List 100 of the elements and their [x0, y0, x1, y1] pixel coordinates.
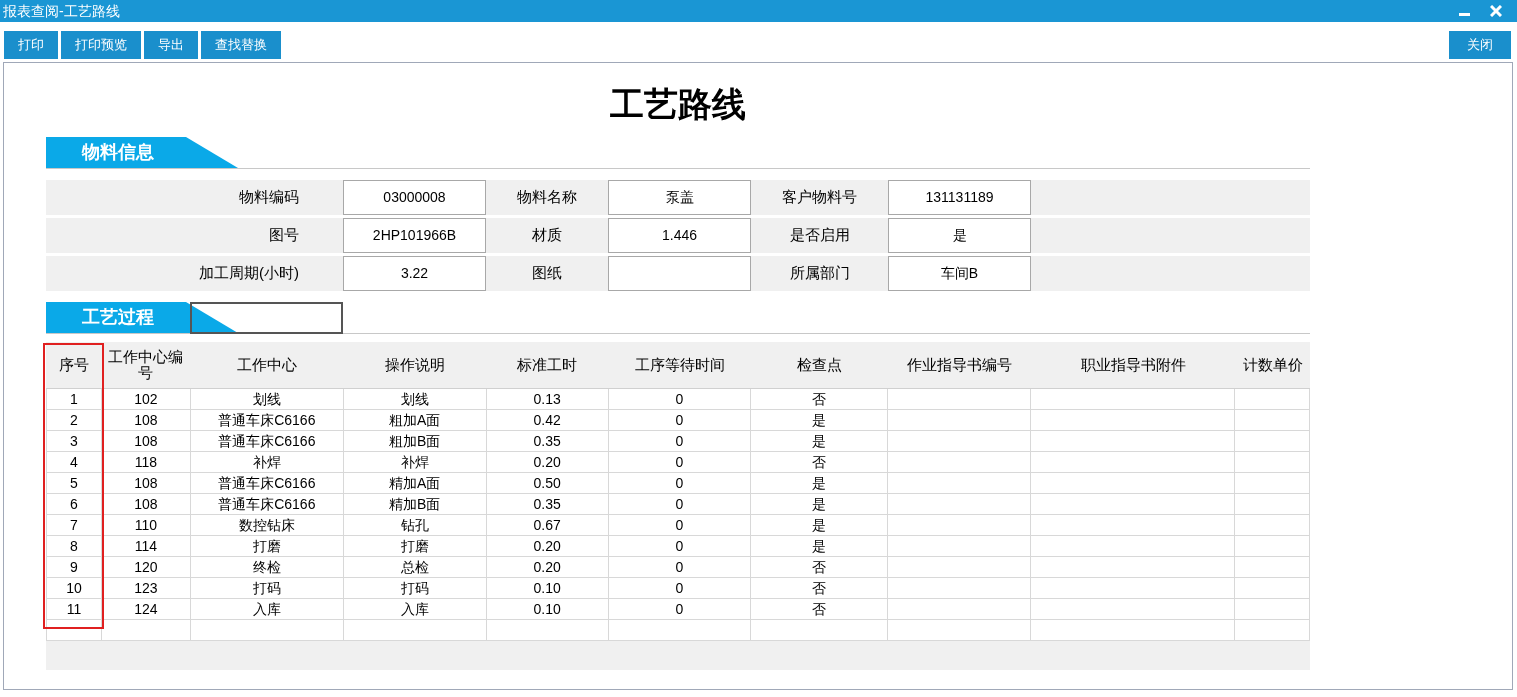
- close-icon[interactable]: [1489, 4, 1503, 18]
- table-cell-text: 9: [70, 557, 78, 577]
- table-cell-text: 0: [675, 431, 684, 451]
- table-cell-text: 118: [134, 452, 158, 472]
- table-cell-text: 10: [66, 578, 82, 598]
- field-value: 2HP101966B: [343, 218, 486, 253]
- field-value: 泵盖: [608, 180, 751, 215]
- table-cell-text: 110: [134, 515, 158, 535]
- table-cell-text: 8: [70, 536, 78, 556]
- table-cell-text: 打码: [252, 578, 281, 598]
- close-button[interactable]: 关闭: [1449, 31, 1511, 59]
- table-cell-text: 2: [70, 410, 78, 430]
- table-cell-text: 0.67: [533, 515, 561, 535]
- window-title: 报表查阅-工艺路线: [3, 1, 120, 21]
- table-cell-text: 是: [812, 536, 827, 556]
- table-cell-text: 0: [675, 599, 684, 619]
- table-cell-text: 精加B面: [389, 494, 441, 514]
- table-cell-text: 0: [675, 473, 684, 493]
- table-cell-text: 0: [675, 578, 684, 598]
- field-label: 客户物料号: [782, 187, 857, 208]
- table-cell-text: 0.10: [533, 578, 561, 598]
- table-cell-text: 否: [812, 557, 827, 577]
- toolbar-button[interactable]: 打印: [4, 31, 58, 59]
- table-cell-text: 0.13: [533, 389, 561, 409]
- table-cell-text: 0.20: [533, 536, 561, 556]
- table-cell-text: 钻孔: [400, 515, 429, 535]
- table-cell-text: 0.42: [533, 410, 561, 430]
- table-cell-text: 是: [812, 494, 827, 514]
- field-value: 1.446: [608, 218, 751, 253]
- field-value: 03000008: [343, 180, 486, 215]
- table-cell-text: 0: [675, 494, 684, 514]
- table-cell-text: 1: [70, 389, 78, 409]
- table-cell-text: 114: [134, 536, 158, 556]
- table-cell-text: 108: [134, 431, 158, 451]
- table-cell-text: 打磨: [400, 536, 429, 556]
- table-cell-text: 否: [812, 452, 827, 472]
- table-cell-text: 数控钻床: [238, 515, 295, 535]
- table-cell-text: 0: [675, 536, 684, 556]
- column-header: 检查点: [797, 357, 842, 373]
- table-cell-text: 108: [134, 410, 158, 430]
- field-label: 物料名称: [517, 187, 577, 208]
- table-cell-text: 否: [812, 389, 827, 409]
- table-cell-text: 是: [812, 473, 827, 493]
- table-cell-text: 总检: [400, 557, 429, 577]
- table-cell-text: 6: [70, 494, 78, 514]
- table-cell-text: 是: [812, 431, 827, 451]
- column-header: 标准工时: [517, 357, 577, 373]
- table-cell-text: 0.35: [533, 431, 561, 451]
- table-cell-text: 粗加B面: [389, 431, 441, 451]
- field-label: 图纸: [532, 263, 562, 284]
- field-value: 131131189: [888, 180, 1031, 215]
- table-cell-text: 普通车床C6166: [218, 410, 316, 430]
- table-cell-text: 划线: [400, 389, 429, 409]
- table-cell-text: 7: [70, 515, 78, 535]
- table-cell-text: 0: [675, 515, 684, 535]
- field-label: 加工周期(小时): [199, 263, 299, 284]
- field-value: 是: [888, 218, 1031, 253]
- field-label: 所属部门: [789, 263, 850, 284]
- table-cell-text: 11: [66, 599, 82, 619]
- table-cell-text: 0.35: [533, 494, 561, 514]
- table-cell-text: 入库: [252, 599, 281, 619]
- table-cell-text: 补焊: [252, 452, 281, 472]
- table-cell-text: 102: [134, 389, 158, 409]
- column-header: 职业指导书附件: [1080, 357, 1186, 373]
- table-cell-text: 补焊: [400, 452, 429, 472]
- column-header: 操作说明: [384, 357, 445, 373]
- table-cell-text: 5: [70, 473, 78, 493]
- table-cell-text: 0.10: [533, 599, 561, 619]
- table-cell-text: 是: [812, 515, 827, 535]
- table-cell-text: 3: [70, 431, 78, 451]
- column-header: 工作中心编号: [107, 349, 184, 381]
- toolbar-button[interactable]: 打印预览: [61, 31, 141, 59]
- table-cell-text: 0.20: [533, 557, 561, 577]
- table-cell-text: 打磨: [252, 536, 281, 556]
- table-cell-text: 粗加A面: [389, 410, 441, 430]
- field-label: 物料编码: [239, 187, 299, 208]
- table-cell-text: 123: [134, 578, 158, 598]
- table-cell-text: 精加A面: [389, 473, 441, 493]
- field-label: 材质: [532, 225, 562, 246]
- table-cell-text: 0.20: [533, 452, 561, 472]
- toolbar-button[interactable]: 查找替换: [201, 31, 281, 59]
- table-cell-text: 0.50: [533, 473, 561, 493]
- table-cell-text: 打码: [400, 578, 429, 598]
- report-title: 工艺路线: [610, 82, 746, 126]
- column-header: 计数单价: [1242, 357, 1303, 373]
- table-cell-text: 是: [812, 410, 827, 430]
- table-cell-text: 4: [70, 452, 78, 472]
- column-header: 序号: [58, 357, 89, 373]
- table-cell-text: 0: [675, 452, 684, 472]
- table-cell-text: 否: [812, 578, 827, 598]
- section-header: 物料信息: [46, 137, 238, 168]
- column-header: 作业指导书编号: [907, 357, 1012, 373]
- table-cell-text: 0: [675, 410, 684, 430]
- field-value: 3.22: [343, 256, 486, 291]
- table-cell-text: 入库: [400, 599, 429, 619]
- table-cell-text: 124: [134, 599, 158, 619]
- toolbar-button[interactable]: 导出: [144, 31, 198, 59]
- table-cell-text: 普通车床C6166: [218, 494, 316, 514]
- table-cell-text: 划线: [252, 389, 281, 409]
- table-cell-text: 108: [134, 473, 158, 493]
